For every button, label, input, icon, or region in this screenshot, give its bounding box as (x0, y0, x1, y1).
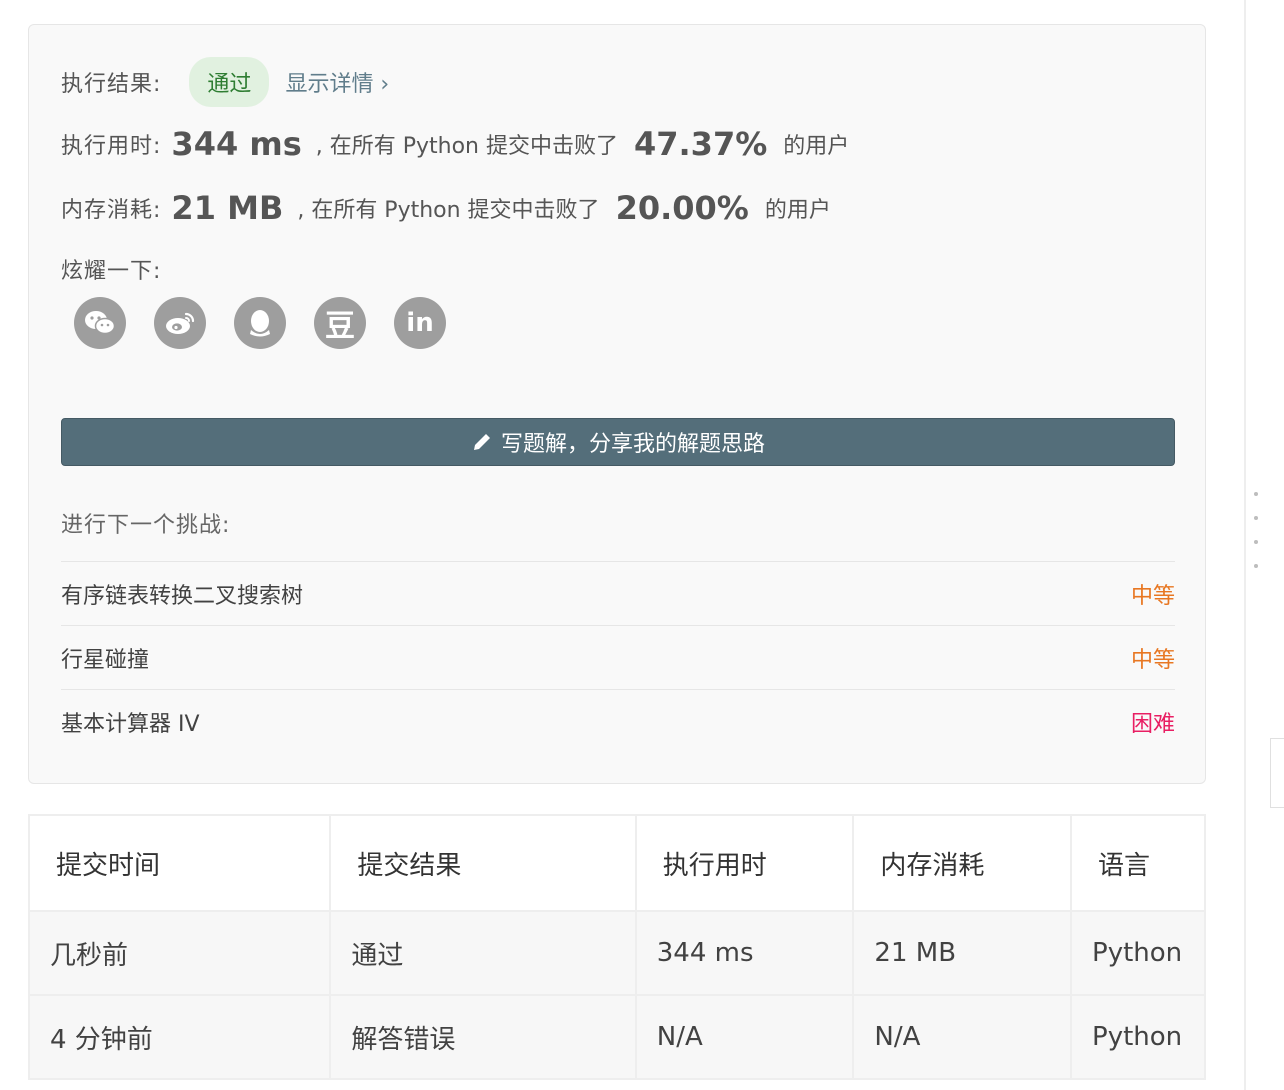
runtime-beat-text: , 在所有 Python 提交中击败了 (315, 134, 618, 159)
difficulty-badge: 中等 (1130, 583, 1175, 609)
challenge-title[interactable]: 有序链表转换二叉搜索树 (61, 578, 303, 610)
weibo-icon[interactable] (154, 297, 206, 349)
table-row: 几秒前 通过 344 ms 21 MB Python (27, 910, 1206, 996)
runtime-cell: 344 ms (634, 910, 855, 996)
next-challenge-row: 进行下一个挑战: (61, 507, 230, 539)
challenge-title[interactable]: 行星碰撞 (61, 642, 149, 674)
status-label: 执行结果: (61, 72, 162, 97)
status-row: 执行结果: 通过 显示详情 › (61, 57, 389, 107)
runtime-row: 执行用时: 344 ms , 在所有 Python 提交中击败了 47.37% … (61, 125, 849, 163)
submit-result-link[interactable]: 通过 (329, 910, 637, 996)
resize-handle[interactable] (1254, 492, 1258, 568)
column-header: 语言 (1070, 814, 1206, 912)
runtime-value: 344 ms (171, 125, 302, 163)
list-item[interactable]: 行星碰撞 中等 (61, 625, 1175, 689)
runtime-label: 执行用时: (61, 134, 162, 159)
memory-beat-text: , 在所有 Python 提交中击败了 (297, 198, 600, 223)
status-badge: 通过 (189, 57, 270, 107)
submit-result-link[interactable]: 解答错误 (329, 994, 637, 1080)
wechat-icon[interactable] (74, 297, 126, 349)
list-item[interactable]: 有序链表转换二叉搜索树 中等 (61, 561, 1175, 625)
challenge-list: 有序链表转换二叉搜索树 中等 行星碰撞 中等 基本计算器 IV 困难 (61, 561, 1175, 753)
share-buttons: 豆 in (74, 297, 446, 349)
submit-time-cell: 几秒前 (27, 910, 332, 996)
submissions-table: 提交时间 提交结果 执行用时 内存消耗 语言 几秒前 通过 344 ms 21 … (27, 814, 1206, 1080)
column-header: 内存消耗 (852, 814, 1073, 912)
table-header-row: 提交时间 提交结果 执行用时 内存消耗 语言 (27, 814, 1206, 912)
linkedin-glyph: in (406, 308, 434, 338)
memory-label: 内存消耗: (61, 198, 162, 223)
memory-cell: 21 MB (852, 910, 1073, 996)
runtime-suffix: 的用户 (783, 134, 850, 159)
show-details-link[interactable]: 显示详情 › (285, 66, 389, 98)
column-header: 执行用时 (634, 814, 855, 912)
write-solution-button[interactable]: 写题解，分享我的解题思路 (61, 418, 1175, 466)
linkedin-icon[interactable]: in (394, 297, 446, 349)
submission-result-card: 执行结果: 通过 显示详情 › 执行用时: 344 ms , 在所有 Pytho… (28, 24, 1206, 784)
memory-suffix: 的用户 (764, 198, 831, 223)
submit-time-cell: 4 分钟前 (27, 994, 332, 1080)
write-solution-label: 写题解，分享我的解题思路 (500, 432, 765, 457)
language-cell: Python (1070, 910, 1206, 996)
difficulty-badge: 中等 (1130, 647, 1175, 673)
next-challenge-label: 进行下一个挑战: (61, 513, 231, 538)
difficulty-badge: 困难 (1130, 711, 1175, 737)
share-label-row: 炫耀一下: (61, 253, 161, 285)
memory-row: 内存消耗: 21 MB , 在所有 Python 提交中击败了 20.00% 的… (61, 189, 831, 227)
challenge-title[interactable]: 基本计算器 IV (61, 706, 200, 738)
pencil-icon (473, 434, 490, 450)
language-cell: Python (1070, 994, 1206, 1080)
runtime-cell: N/A (634, 994, 855, 1080)
column-header: 提交时间 (27, 814, 332, 912)
share-label: 炫耀一下: (61, 259, 162, 284)
douban-glyph: 豆 (325, 309, 355, 344)
qq-icon[interactable] (234, 297, 286, 349)
list-item[interactable]: 基本计算器 IV 困难 (61, 689, 1175, 753)
memory-value: 21 MB (171, 189, 284, 227)
memory-cell: N/A (852, 994, 1073, 1080)
douban-icon[interactable]: 豆 (314, 297, 366, 349)
table-row: 4 分钟前 解答错误 N/A N/A Python (27, 994, 1206, 1080)
memory-percent: 20.00% (615, 189, 749, 227)
column-header: 提交结果 (329, 814, 637, 912)
side-panel-tab[interactable] (1270, 738, 1284, 808)
runtime-percent: 47.37% (633, 125, 768, 163)
panel-divider[interactable] (1244, 0, 1246, 1090)
